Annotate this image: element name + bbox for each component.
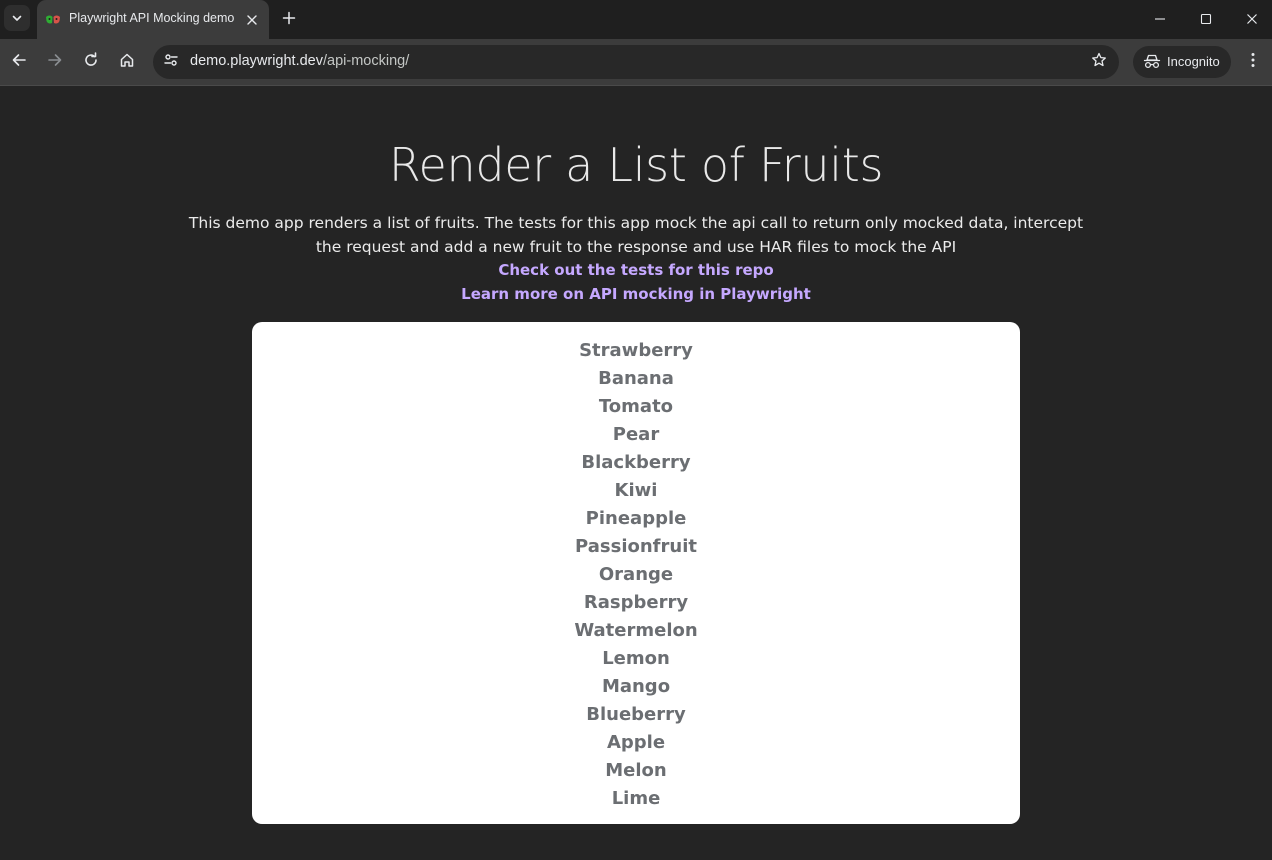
maximize-icon xyxy=(1200,10,1212,29)
fruit-item: Lemon xyxy=(602,648,670,669)
maximize-button[interactable] xyxy=(1183,0,1229,38)
fruit-item: Strawberry xyxy=(579,340,693,361)
fruit-item: Pineapple xyxy=(585,508,687,529)
tab-active[interactable]: Playwright API Mocking demo xyxy=(37,0,269,39)
fruit-item: Tomato xyxy=(598,396,674,417)
browser-window: Playwright API Mocking demo demo.playwri… xyxy=(0,0,1272,860)
close-icon xyxy=(247,10,257,29)
fruit-item: Melon xyxy=(605,760,667,781)
home-button[interactable] xyxy=(113,48,141,76)
fruit-item: Watermelon xyxy=(574,620,698,641)
fruit-item: Mango xyxy=(601,676,671,697)
fruit-list-card: Strawberry Banana Tomato Pear Blackberry… xyxy=(252,322,1020,824)
home-icon xyxy=(119,52,135,72)
new-tab-button[interactable] xyxy=(279,9,299,29)
minimize-icon xyxy=(1154,10,1166,29)
arrow-left-icon xyxy=(11,52,27,72)
tab-strip: Playwright API Mocking demo xyxy=(0,0,1272,39)
incognito-icon xyxy=(1143,54,1161,70)
close-tab-button[interactable] xyxy=(243,10,261,28)
fruit-item: Lime xyxy=(611,788,661,809)
fruit-item: Pear xyxy=(612,424,660,445)
fruit-list: Strawberry Banana Tomato Pear Blackberry… xyxy=(252,322,1020,813)
bookmark-button[interactable] xyxy=(1087,50,1111,74)
page-content: Render a List of Fruits This demo app re… xyxy=(0,86,1272,860)
incognito-profile-button[interactable]: Incognito xyxy=(1133,46,1231,78)
fruit-item: Apple xyxy=(606,732,666,753)
api-mocking-docs-link[interactable]: Learn more on API mocking in Playwright xyxy=(0,282,1272,306)
star-icon xyxy=(1091,52,1107,72)
chevron-down-icon xyxy=(11,9,23,28)
close-icon xyxy=(1246,10,1258,29)
playwright-logo-icon xyxy=(45,12,61,26)
back-button[interactable] xyxy=(5,48,33,76)
page-description: This demo app renders a list of fruits. … xyxy=(188,214,1084,256)
tab-title: Playwright API Mocking demo xyxy=(69,11,235,25)
browser-toolbar: demo.playwright.dev/api-mocking/ Incogni… xyxy=(0,39,1272,86)
address-bar[interactable]: demo.playwright.dev/api-mocking/ xyxy=(153,45,1119,79)
fruit-item: Blueberry xyxy=(586,704,686,725)
fruit-item: Passionfruit xyxy=(575,536,697,557)
tests-repo-link[interactable]: Check out the tests for this repo xyxy=(0,258,1272,282)
url-text[interactable]: demo.playwright.dev/api-mocking/ xyxy=(190,53,409,69)
reload-button[interactable] xyxy=(77,48,105,76)
tune-icon xyxy=(163,52,179,72)
url-host: demo.playwright.dev xyxy=(190,53,323,69)
minimize-button[interactable] xyxy=(1137,0,1183,38)
browser-menu-button[interactable] xyxy=(1241,48,1265,76)
fruit-item: Orange xyxy=(598,564,674,585)
reload-icon xyxy=(83,52,99,72)
arrow-right-icon xyxy=(47,52,63,72)
fruit-item: Blackberry xyxy=(581,452,691,473)
forward-button[interactable] xyxy=(41,48,69,76)
close-window-button[interactable] xyxy=(1229,0,1272,38)
plus-icon xyxy=(282,10,296,29)
page-title: Render a List of Fruits xyxy=(388,138,884,192)
fruit-item: Kiwi xyxy=(614,480,658,501)
fruit-item: Raspberry xyxy=(583,592,689,613)
tab-search-button[interactable] xyxy=(4,5,30,31)
site-info-button[interactable] xyxy=(158,49,184,75)
fruit-item: Banana xyxy=(598,368,674,389)
incognito-label: Incognito xyxy=(1167,54,1220,69)
more-vertical-icon xyxy=(1251,52,1255,72)
url-path: /api-mocking/ xyxy=(323,53,410,69)
